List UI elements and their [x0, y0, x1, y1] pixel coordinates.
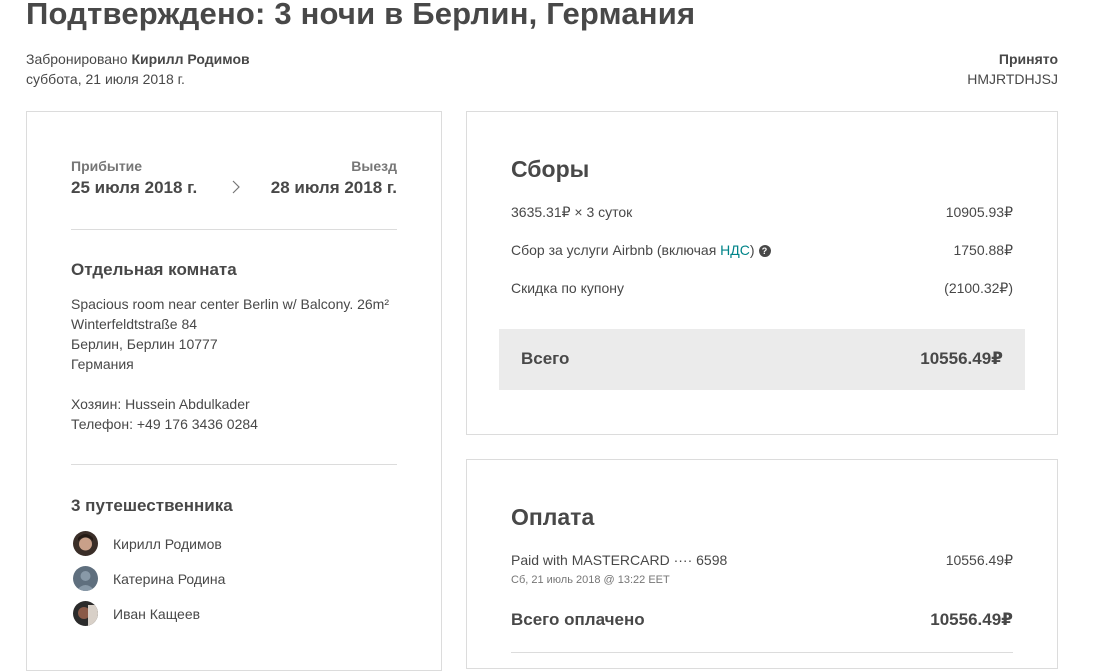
- trip-card: Прибытие 25 июля 2018 г. Выезд 28 июля 2…: [26, 111, 442, 671]
- host-phone: Телефон: +49 176 3436 0284: [71, 416, 258, 432]
- service-label-prefix: Сбор за услуги Airbnb (включая: [511, 242, 721, 258]
- room-type: Отдельная комната: [71, 260, 237, 279]
- chevron-right-icon: [232, 180, 240, 194]
- checkout-label: Выезд: [351, 158, 397, 174]
- paid-total: Всего оплачено 10556.49₽: [511, 610, 1013, 632]
- host-name: Хозяин: Hussein Abdulkader: [71, 396, 250, 412]
- payment-date: Сб, 21 июль 2018 @ 13:22 EET: [511, 574, 670, 586]
- trip-dates: Прибытие 25 июля 2018 г. Выезд 28 июля 2…: [71, 158, 397, 230]
- booked-by-label: Забронировано: [26, 51, 128, 67]
- checkin: Прибытие 25 июля 2018 г.: [71, 158, 201, 197]
- status-text: Принято: [998, 51, 1058, 67]
- address-street: Winterfeldtstraße 84: [71, 316, 198, 332]
- page-title: Подтверждено: 3 ночи в Берлин, Германия: [26, 0, 696, 31]
- payment-row: Paid with MASTERCARD ···· 6598 10556.49₽: [511, 552, 1013, 572]
- guest-item[interactable]: Кирилл Родимов: [71, 531, 391, 559]
- fees-title: Сборы: [511, 156, 590, 182]
- fee-row-service: Сбор за услуги Airbnb (включая НДС)? 175…: [511, 242, 1013, 262]
- guest-item[interactable]: Иван Кащеев: [71, 601, 391, 629]
- confirmation-code: HMJRTDHJSJ: [967, 71, 1058, 87]
- nightly-label: 3635.31₽ × 3 суток: [511, 204, 633, 220]
- coupon-value: (2100.32₽): [944, 280, 1013, 296]
- service-label-suffix: ): [749, 242, 755, 258]
- fees-total: Всего 10556.49₽: [499, 329, 1025, 390]
- fee-row-coupon: Скидка по купону (2100.32₽): [511, 280, 1013, 300]
- guests-title: 3 путешественника: [71, 496, 233, 515]
- guest-name: Иван Кащеев: [113, 606, 201, 622]
- avatar: [73, 601, 98, 626]
- booked-date: суббота, 21 июля 2018 г.: [26, 71, 185, 87]
- paid-total-value: 10556.49₽: [930, 610, 1013, 629]
- checkin-label: Прибытие: [71, 158, 143, 174]
- payment-card: Оплата Paid with MASTERCARD ···· 6598 10…: [466, 459, 1058, 669]
- service-value: 1750.88₽: [953, 242, 1013, 258]
- fees-card: Сборы 3635.31₽ × 3 суток 10905.93₽ Сбор …: [466, 111, 1058, 435]
- divider: [71, 229, 397, 230]
- divider: [71, 464, 397, 465]
- booking-status: Принято HMJRTDHJSJ: [967, 49, 1058, 89]
- checkin-date: 25 июля 2018 г.: [71, 178, 198, 197]
- guest-item[interactable]: Катерина Родина: [71, 566, 391, 594]
- vat-link[interactable]: НДС: [720, 242, 750, 258]
- guest-name: Катерина Родина: [113, 571, 226, 587]
- paid-total-label: Всего оплачено: [511, 610, 645, 629]
- total-label: Всего: [521, 349, 570, 368]
- listing-info: Spacious room near center Berlin w/ Balc…: [71, 294, 389, 434]
- divider: [511, 652, 1013, 653]
- listing-name[interactable]: Spacious room near center Berlin w/ Balc…: [71, 294, 389, 314]
- payment-title: Оплата: [511, 504, 595, 530]
- avatar: [73, 566, 98, 591]
- address-country: Германия: [71, 356, 134, 372]
- booking-meta: Забронировано Кирилл Родимов суббота, 21…: [26, 49, 250, 89]
- booked-by-name: Кирилл Родимов: [131, 51, 250, 67]
- nightly-value: 10905.93₽: [945, 204, 1013, 220]
- total-value: 10556.49₽: [920, 349, 1003, 368]
- coupon-label: Скидка по купону: [511, 280, 624, 296]
- guest-name: Кирилл Родимов: [113, 536, 222, 552]
- checkout: Выезд 28 июля 2018 г.: [267, 158, 397, 197]
- avatar: [73, 531, 98, 556]
- address-city: Берлин, Берлин 10777: [71, 336, 218, 352]
- checkout-date: 28 июля 2018 г.: [270, 178, 397, 197]
- fee-row-nightly: 3635.31₽ × 3 суток 10905.93₽: [511, 204, 1013, 224]
- service-label: Сбор за услуги Airbnb (включая НДС)?: [511, 242, 771, 258]
- payment-method: Paid with MASTERCARD ···· 6598: [511, 552, 728, 568]
- help-icon[interactable]: ?: [758, 245, 771, 257]
- payment-value: 10556.49₽: [945, 552, 1013, 568]
